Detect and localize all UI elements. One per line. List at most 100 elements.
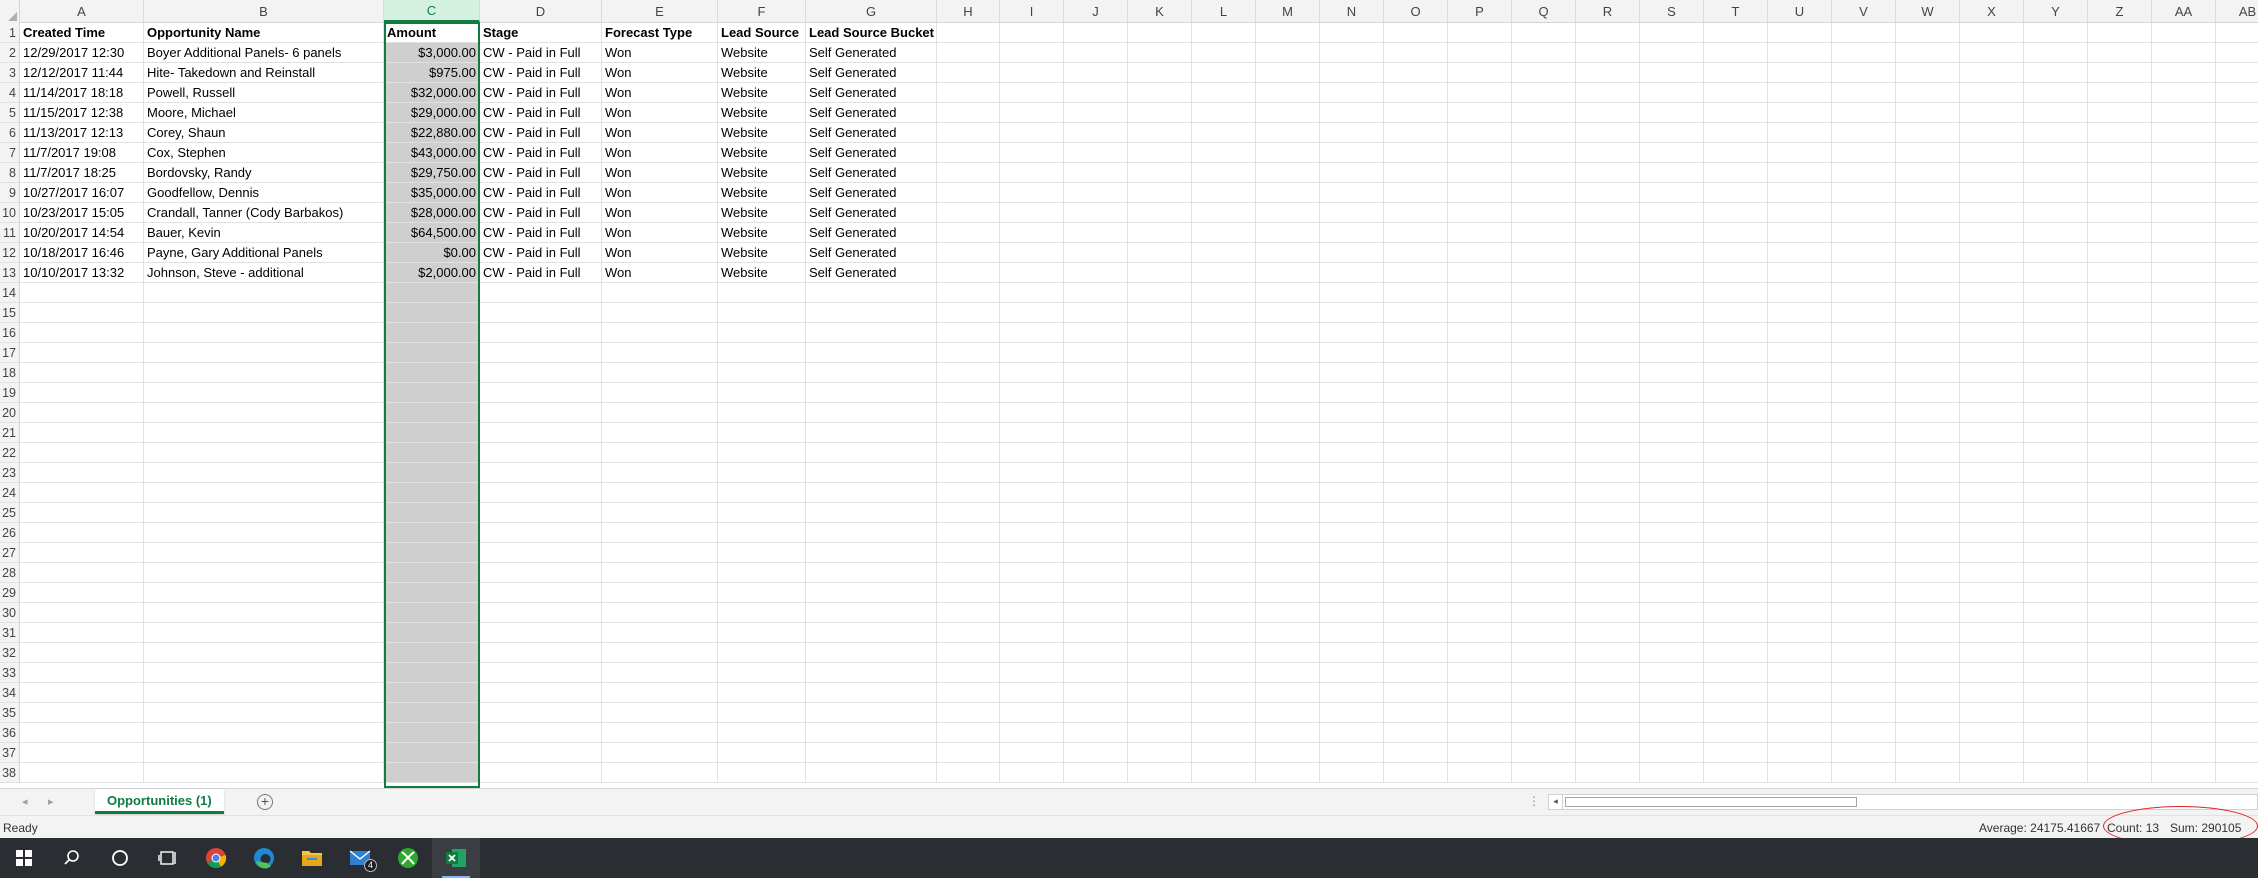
cell-v38[interactable]: [1832, 763, 1896, 783]
cell-d14[interactable]: [480, 283, 602, 303]
cell-o1[interactable]: [1384, 23, 1448, 43]
row-header[interactable]: 14: [0, 283, 20, 303]
cell-e21[interactable]: [602, 423, 718, 443]
cell-h11[interactable]: [937, 223, 1000, 243]
cell-k27[interactable]: [1128, 543, 1192, 563]
cell-t10[interactable]: [1704, 203, 1768, 223]
cell-d30[interactable]: [480, 603, 602, 623]
cell-q9[interactable]: [1512, 183, 1576, 203]
row-header[interactable]: 25: [0, 503, 20, 523]
cell-e22[interactable]: [602, 443, 718, 463]
cell-a7[interactable]: 11/7/2017 19:08: [20, 143, 144, 163]
cell-w1[interactable]: [1896, 23, 1960, 43]
cell-q5[interactable]: [1512, 103, 1576, 123]
cell-z33[interactable]: [2088, 663, 2152, 683]
cell-p37[interactable]: [1448, 743, 1512, 763]
cell-r37[interactable]: [1576, 743, 1640, 763]
column-header-z[interactable]: Z: [2088, 0, 2152, 23]
cell-i15[interactable]: [1000, 303, 1064, 323]
cell-v32[interactable]: [1832, 643, 1896, 663]
cell-h20[interactable]: [937, 403, 1000, 423]
cell-j1[interactable]: [1064, 23, 1128, 43]
cell-x3[interactable]: [1960, 63, 2024, 83]
cell-e2[interactable]: Won: [602, 43, 718, 63]
cell-ab3[interactable]: [2216, 63, 2258, 83]
cell-r2[interactable]: [1576, 43, 1640, 63]
cell-u37[interactable]: [1768, 743, 1832, 763]
cell-d12[interactable]: CW - Paid in Full: [480, 243, 602, 263]
cell-u5[interactable]: [1768, 103, 1832, 123]
cell-w15[interactable]: [1896, 303, 1960, 323]
cell-u30[interactable]: [1768, 603, 1832, 623]
cell-s34[interactable]: [1640, 683, 1704, 703]
cell-l29[interactable]: [1192, 583, 1256, 603]
cell-q25[interactable]: [1512, 503, 1576, 523]
cell-l15[interactable]: [1192, 303, 1256, 323]
cell-ab31[interactable]: [2216, 623, 2258, 643]
search-icon[interactable]: [48, 838, 96, 878]
task-view-icon[interactable]: [144, 838, 192, 878]
row-header[interactable]: 12: [0, 243, 20, 263]
cell-p12[interactable]: [1448, 243, 1512, 263]
cell-h9[interactable]: [937, 183, 1000, 203]
cell-x10[interactable]: [1960, 203, 2024, 223]
cell-i32[interactable]: [1000, 643, 1064, 663]
cell-b38[interactable]: [144, 763, 384, 783]
cell-w20[interactable]: [1896, 403, 1960, 423]
cell-g12[interactable]: Self Generated: [806, 243, 937, 263]
cell-aa7[interactable]: [2152, 143, 2216, 163]
cell-n37[interactable]: [1320, 743, 1384, 763]
cell-u7[interactable]: [1768, 143, 1832, 163]
column-header-n[interactable]: N: [1320, 0, 1384, 23]
cell-o10[interactable]: [1384, 203, 1448, 223]
column-header-w[interactable]: W: [1896, 0, 1960, 23]
cell-aa32[interactable]: [2152, 643, 2216, 663]
cell-x4[interactable]: [1960, 83, 2024, 103]
cell-ab27[interactable]: [2216, 543, 2258, 563]
cell-n5[interactable]: [1320, 103, 1384, 123]
cell-a27[interactable]: [20, 543, 144, 563]
cell-i1[interactable]: [1000, 23, 1064, 43]
cell-c27[interactable]: [384, 543, 480, 563]
cell-r5[interactable]: [1576, 103, 1640, 123]
cell-q20[interactable]: [1512, 403, 1576, 423]
cell-l21[interactable]: [1192, 423, 1256, 443]
cell-e8[interactable]: Won: [602, 163, 718, 183]
cell-d25[interactable]: [480, 503, 602, 523]
row-header[interactable]: 10: [0, 203, 20, 223]
cell-k29[interactable]: [1128, 583, 1192, 603]
cell-u3[interactable]: [1768, 63, 1832, 83]
cell-r12[interactable]: [1576, 243, 1640, 263]
cell-h7[interactable]: [937, 143, 1000, 163]
cell-u36[interactable]: [1768, 723, 1832, 743]
cell-n4[interactable]: [1320, 83, 1384, 103]
cell-h8[interactable]: [937, 163, 1000, 183]
cell-g32[interactable]: [806, 643, 937, 663]
cell-j18[interactable]: [1064, 363, 1128, 383]
cell-k6[interactable]: [1128, 123, 1192, 143]
cell-c16[interactable]: [384, 323, 480, 343]
cell-e34[interactable]: [602, 683, 718, 703]
cell-t34[interactable]: [1704, 683, 1768, 703]
cell-ab36[interactable]: [2216, 723, 2258, 743]
cell-q33[interactable]: [1512, 663, 1576, 683]
cell-c14[interactable]: [384, 283, 480, 303]
status-average[interactable]: Average: 24175.41667: [1979, 821, 2100, 835]
cell-q17[interactable]: [1512, 343, 1576, 363]
cell-c32[interactable]: [384, 643, 480, 663]
cell-j13[interactable]: [1064, 263, 1128, 283]
cell-u16[interactable]: [1768, 323, 1832, 343]
cell-e17[interactable]: [602, 343, 718, 363]
cell-m21[interactable]: [1256, 423, 1320, 443]
cell-x16[interactable]: [1960, 323, 2024, 343]
cell-z24[interactable]: [2088, 483, 2152, 503]
cell-p15[interactable]: [1448, 303, 1512, 323]
cell-u29[interactable]: [1768, 583, 1832, 603]
cell-p20[interactable]: [1448, 403, 1512, 423]
column-header-f[interactable]: F: [718, 0, 806, 23]
cell-o27[interactable]: [1384, 543, 1448, 563]
cell-k31[interactable]: [1128, 623, 1192, 643]
cell-ab9[interactable]: [2216, 183, 2258, 203]
cell-l4[interactable]: [1192, 83, 1256, 103]
cell-r17[interactable]: [1576, 343, 1640, 363]
